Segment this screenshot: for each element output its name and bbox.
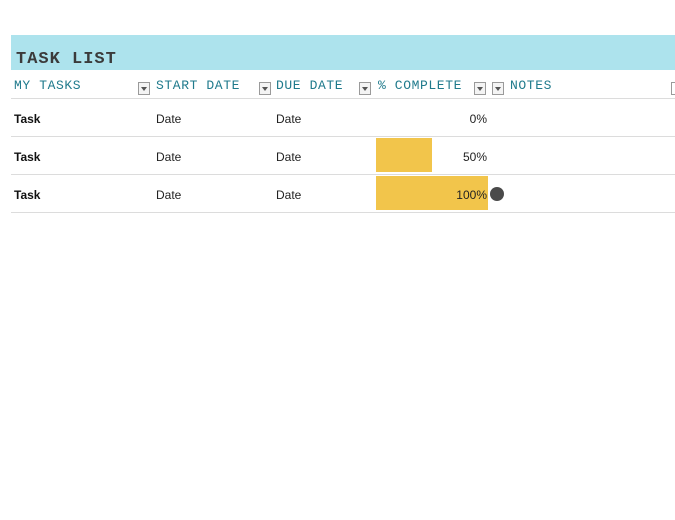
row-divider — [11, 174, 675, 175]
percent-cell[interactable]: 100% — [427, 188, 487, 202]
start-date-cell[interactable]: Date — [156, 150, 181, 164]
complete-indicator-icon — [490, 187, 504, 201]
filter-dropdown-icon[interactable] — [259, 82, 271, 95]
header-divider — [11, 98, 675, 99]
header-my-tasks: MY TASKS — [14, 78, 82, 93]
due-date-cell[interactable]: Date — [276, 112, 301, 126]
title-band: TASK LIST — [11, 35, 675, 70]
filter-dropdown-icon[interactable] — [671, 82, 675, 95]
filter-dropdown-icon[interactable] — [138, 82, 150, 95]
task-cell[interactable]: Task — [14, 150, 40, 164]
start-date-cell[interactable]: Date — [156, 188, 181, 202]
percent-cell[interactable]: 50% — [427, 150, 487, 164]
page-title: TASK LIST — [16, 50, 117, 69]
row-divider — [11, 136, 675, 137]
start-date-cell[interactable]: Date — [156, 112, 181, 126]
due-date-cell[interactable]: Date — [276, 188, 301, 202]
filter-dropdown-icon[interactable] — [474, 82, 486, 95]
header-due-date: DUE DATE — [276, 78, 344, 93]
due-date-cell[interactable]: Date — [276, 150, 301, 164]
progress-bar — [376, 138, 432, 172]
spreadsheet: TASK LIST MY TASKS START DATE DUE DATE %… — [0, 0, 675, 520]
header-notes: NOTES — [510, 78, 553, 93]
filter-dropdown-icon[interactable] — [359, 82, 371, 95]
task-cell[interactable]: Task — [14, 112, 40, 126]
task-cell[interactable]: Task — [14, 188, 40, 202]
header-complete: % COMPLETE — [378, 78, 463, 93]
filter-dropdown-icon[interactable] — [492, 82, 504, 95]
row-divider — [11, 212, 675, 213]
percent-cell[interactable]: 0% — [427, 112, 487, 126]
header-start-date: START DATE — [156, 78, 241, 93]
